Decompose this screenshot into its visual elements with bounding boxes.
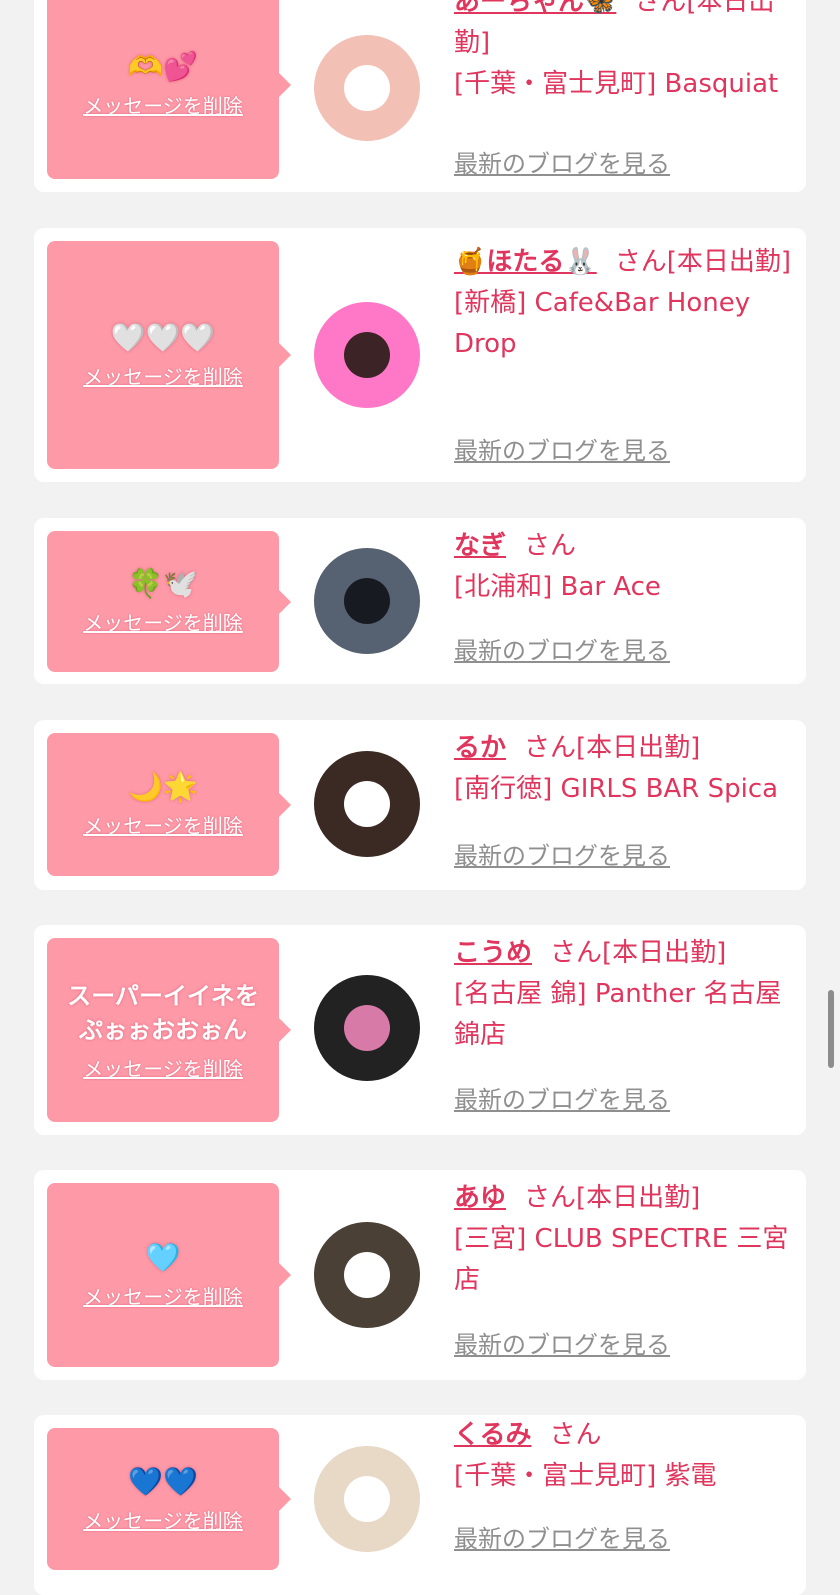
- message-card: 🌙🌟 メッセージを削除 るか さん[本日出勤] [南行徳] GIRLS BAR S…: [34, 720, 806, 890]
- cast-name-link[interactable]: あゆ: [454, 1183, 506, 1213]
- message-text: 💙💙: [128, 1464, 198, 1498]
- honorific: さん: [634, 0, 687, 17]
- shop-name: [名古屋 錦] Panther 名古屋錦店: [454, 979, 782, 1050]
- delete-message-link[interactable]: メッセージを削除: [83, 90, 243, 119]
- avatar[interactable]: [314, 975, 420, 1081]
- face-cover-heart: [343, 780, 391, 828]
- honorific: さん: [524, 733, 577, 763]
- message-text: 🫶💕: [128, 50, 198, 83]
- message-bubble: 🌙🌟 メッセージを削除: [47, 733, 291, 876]
- message-bubble: 🫶💕 メッセージを削除: [47, 0, 291, 179]
- honorific: さん: [524, 1183, 577, 1213]
- shop-name: [三宮] CLUB SPECTRE 三宮店: [454, 1224, 789, 1295]
- honorific: さん: [614, 247, 667, 277]
- cast-name-link[interactable]: るか: [454, 733, 506, 763]
- latest-blog-link[interactable]: 最新のブログを見る: [454, 631, 670, 666]
- cast-name-link[interactable]: 🍯ほたる🐰: [454, 247, 597, 277]
- message-card: 🍀🕊️ メッセージを削除 なぎ さん [北浦和] Bar Ace 最新のブログを見…: [34, 518, 806, 684]
- message-text: 🌙🌟: [128, 770, 198, 803]
- delete-message-link[interactable]: メッセージを削除: [83, 361, 243, 390]
- latest-blog-link[interactable]: 最新のブログを見る: [454, 431, 670, 466]
- cast-info: なぎ さん [北浦和] Bar Ace: [454, 526, 792, 608]
- honorific: さん: [550, 938, 603, 968]
- attendance-status: [本日出勤]: [666, 247, 792, 277]
- shop-name: [千葉・富士見町] 紫電: [454, 1461, 717, 1491]
- message-text: 🤍🤍🤍: [110, 320, 216, 354]
- honorific: さん: [524, 531, 577, 561]
- shop-name: [北浦和] Bar Ace: [454, 572, 661, 602]
- delete-message-link[interactable]: メッセージを削除: [83, 607, 243, 636]
- cast-info: あーちゃん🦋 さん[本日出勤] [千葉・富士見町] Basquiat: [454, 0, 792, 105]
- face-cover-heart: [343, 1251, 391, 1299]
- message-card: 🤍🤍🤍 メッセージを削除 🍯ほたる🐰 さん[本日出勤] [新橋] Cafe&Bar…: [34, 228, 806, 482]
- message-bubble: 🩵 メッセージを削除: [47, 1183, 291, 1367]
- message-bubble: スーパーイイネを ぷぉぉおおぉん メッセージを削除: [47, 938, 291, 1122]
- scrollbar[interactable]: [828, 990, 834, 1068]
- cast-info: こうめ さん[本日出勤] [名古屋 錦] Panther 名古屋錦店: [454, 933, 792, 1056]
- cast-info: るか さん[本日出勤] [南行徳] GIRLS BAR Spica: [454, 728, 792, 810]
- cast-name-link[interactable]: なぎ: [454, 531, 506, 561]
- delete-message-link[interactable]: メッセージを削除: [83, 1505, 243, 1534]
- latest-blog-link[interactable]: 最新のブログを見る: [454, 1080, 670, 1115]
- shop-name: [新橋] Cafe&Bar Honey Drop: [454, 288, 751, 359]
- delete-message-link[interactable]: メッセージを削除: [83, 810, 243, 839]
- face-cover-heart: [343, 1475, 391, 1523]
- message-card: 💙💙 メッセージを削除 くるみ さん [千葉・富士見町] 紫電 最新のブログを見る: [34, 1415, 806, 1595]
- message-card: スーパーイイネを ぷぉぉおおぉん メッセージを削除 こうめ さん[本日出勤] [名…: [34, 925, 806, 1135]
- message-bubble: 🤍🤍🤍 メッセージを削除: [47, 241, 291, 469]
- message-bubble: 💙💙 メッセージを削除: [47, 1428, 291, 1570]
- shop-name: [千葉・富士見町] Basquiat: [454, 69, 779, 99]
- cast-name-link[interactable]: あーちゃん🦋: [454, 0, 616, 17]
- shop-name: [南行徳] GIRLS BAR Spica: [454, 774, 779, 804]
- face-cover-heart: [343, 64, 391, 112]
- latest-blog-link[interactable]: 最新のブログを見る: [454, 1519, 670, 1554]
- latest-blog-link[interactable]: 最新のブログを見る: [454, 1325, 670, 1360]
- message-text: 🍀🕊️: [128, 567, 198, 600]
- avatar[interactable]: [314, 751, 420, 857]
- attendance-status: [本日出勤]: [576, 1183, 701, 1213]
- avatar[interactable]: [314, 1222, 420, 1328]
- honorific: さん: [549, 1420, 602, 1450]
- cast-info: くるみ さん [千葉・富士見町] 紫電: [454, 1415, 792, 1497]
- avatar[interactable]: [314, 302, 420, 408]
- message-text: スーパーイイネを ぷぉぉおおぉん: [67, 981, 259, 1044]
- latest-blog-link[interactable]: 最新のブログを見る: [454, 836, 670, 871]
- message-text: 🩵: [145, 1240, 181, 1274]
- avatar[interactable]: [314, 548, 420, 654]
- attendance-status: [本日出勤]: [576, 733, 701, 763]
- avatar[interactable]: [314, 35, 420, 141]
- face: [343, 1004, 391, 1052]
- delete-message-link[interactable]: メッセージを削除: [83, 1281, 243, 1310]
- cast-info: 🍯ほたる🐰 さん[本日出勤] [新橋] Cafe&Bar Honey Drop: [454, 242, 792, 365]
- attendance-status: [本日出勤]: [602, 938, 727, 968]
- avatar[interactable]: [314, 1446, 420, 1552]
- delete-message-link[interactable]: メッセージを削除: [83, 1053, 243, 1082]
- message-card: 🩵 メッセージを削除 あゆ さん[本日出勤] [三宮] CLUB SPECTRE …: [34, 1170, 806, 1380]
- cast-info: あゆ さん[本日出勤] [三宮] CLUB SPECTRE 三宮店: [454, 1178, 792, 1301]
- message-card: 🫶💕 メッセージを削除 あーちゃん🦋 さん[本日出勤] [千葉・富士見町] Bas…: [34, 0, 806, 192]
- latest-blog-link[interactable]: 最新のブログを見る: [454, 144, 670, 179]
- cast-name-link[interactable]: くるみ: [454, 1420, 531, 1450]
- message-bubble: 🍀🕊️ メッセージを削除: [47, 531, 291, 672]
- face: [343, 331, 391, 379]
- cast-name-link[interactable]: こうめ: [454, 938, 532, 968]
- face: [343, 577, 391, 625]
